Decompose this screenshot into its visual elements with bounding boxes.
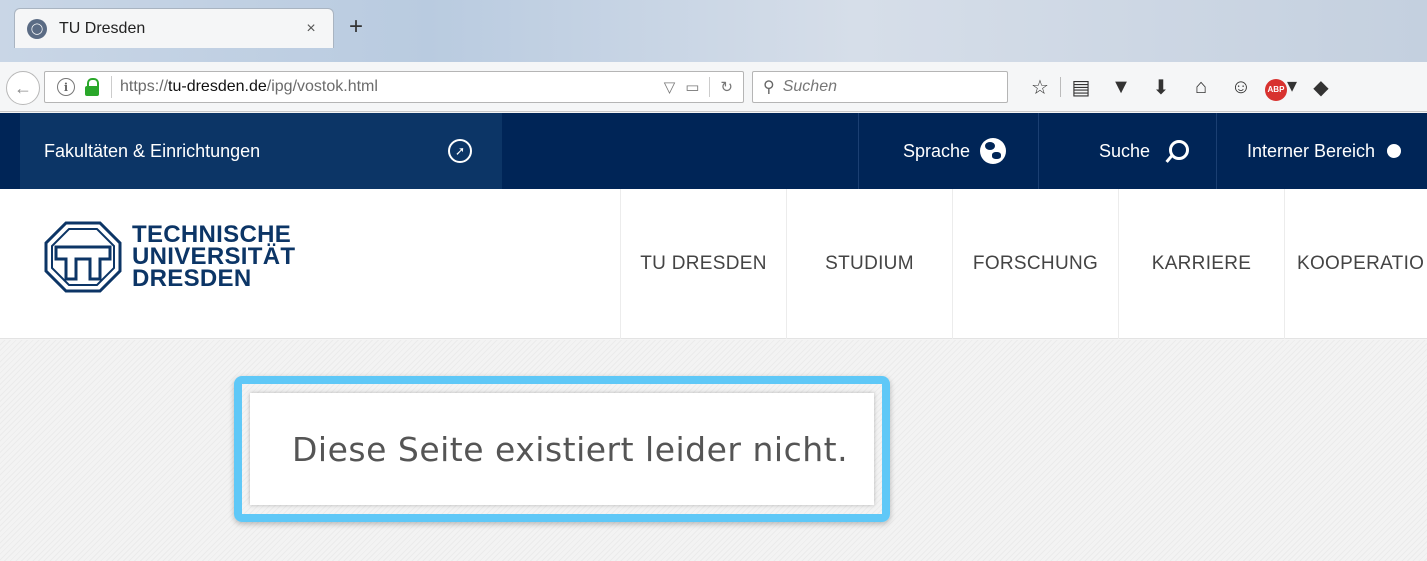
extension-icon[interactable]: ◆ <box>1301 75 1341 100</box>
url-prefix: https:// <box>120 78 169 95</box>
dropdown-arrow-icon[interactable]: ▽ <box>664 78 676 96</box>
key-icon <box>1387 144 1402 158</box>
url-domain: tu-dresden.de <box>168 78 267 95</box>
tab-title: TU Dresden <box>59 19 146 37</box>
nav-item-forschung[interactable]: FORSCHUNG <box>952 189 1118 339</box>
arrow-left-icon: ← <box>14 77 32 98</box>
url-text[interactable]: https://tu-dresden.de/ipg/vostok.html <box>120 78 378 96</box>
reload-icon[interactable]: ↻ <box>720 78 733 96</box>
search-icon <box>1166 140 1190 162</box>
site-top-nav: Fakultäten & Einrichtungen ➚ Sprache Suc… <box>0 113 1427 189</box>
close-tab-icon[interactable]: × <box>301 20 321 38</box>
info-icon[interactable]: i <box>57 78 75 96</box>
lock-icon[interactable] <box>85 78 99 96</box>
reader-view-icon[interactable]: ▭ <box>685 78 699 96</box>
logo-wordmark: TECHNISCHE UNIVERSITÄT DRESDEN <box>132 223 295 292</box>
home-icon[interactable]: ⌂ <box>1181 76 1221 99</box>
url-path: /ipg/vostok.html <box>266 78 378 95</box>
browser-tab-bar: ◯ TU Dresden × + <box>0 0 1427 62</box>
globe-icon <box>980 138 1007 164</box>
url-divider <box>111 76 112 98</box>
internal-area-button[interactable]: Interner Bereich <box>1216 113 1427 189</box>
main-nav: TECHNISCHE UNIVERSITÄT DRESDEN TU DRESDE… <box>0 189 1427 339</box>
faculties-menu[interactable]: Fakultäten & Einrichtungen ➚ <box>20 113 502 189</box>
compass-icon: ➚ <box>448 139 472 163</box>
site-search-button[interactable]: Suche <box>1038 113 1216 189</box>
site-search-label: Suche <box>1099 140 1151 161</box>
nav-item-tu-dresden[interactable]: TU DRESDEN <box>620 189 786 339</box>
error-message: Diese Seite existiert leider nicht. <box>250 393 874 505</box>
browser-toolbar: ← i https://tu-dresden.de/ipg/vostok.htm… <box>0 62 1427 112</box>
logo-line-3: DRESDEN <box>132 265 252 292</box>
chat-icon[interactable]: ☺ <box>1221 76 1261 99</box>
tu-logo-emblem-icon <box>44 221 122 293</box>
nav-item-kooperation[interactable]: KOOPERATIO <box>1284 189 1427 339</box>
back-button[interactable]: ← <box>6 71 40 105</box>
language-label: Sprache <box>903 140 971 161</box>
internal-area-label: Interner Bereich <box>1247 140 1376 161</box>
toolbar-icons: ☆ ▤ ▼ ⬇ ⌂ ☺ ABP ▾ ◆ <box>1020 71 1341 103</box>
site-favicon-icon: ◯ <box>27 18 47 39</box>
url-bar[interactable]: i https://tu-dresden.de/ipg/vostok.html … <box>44 71 744 103</box>
nav-item-studium[interactable]: STUDIUM <box>786 189 952 339</box>
pocket-icon[interactable]: ▼ <box>1101 76 1141 99</box>
faculties-label: Fakultäten & Einrichtungen <box>44 140 261 161</box>
new-tab-button[interactable]: + <box>344 12 368 42</box>
search-placeholder: Suchen <box>782 78 837 95</box>
browser-tab[interactable]: ◯ TU Dresden × <box>14 8 334 48</box>
bookmarks-list-icon[interactable]: ▤ <box>1061 75 1101 100</box>
search-icon: ⚲ <box>763 79 775 96</box>
bookmark-star-icon[interactable]: ☆ <box>1020 75 1060 100</box>
nav-item-karriere[interactable]: KARRIERE <box>1118 189 1284 339</box>
language-menu[interactable]: Sprache <box>858 113 1038 189</box>
adblock-icon[interactable]: ABP ▾ <box>1261 73 1301 101</box>
highlighted-notice: Diese Seite existiert leider nicht. <box>234 376 890 522</box>
url-divider <box>709 77 711 97</box>
tu-dresden-logo[interactable]: TECHNISCHE UNIVERSITÄT DRESDEN <box>44 221 295 293</box>
url-bar-actions: ▽ ▭ ↻ <box>664 72 743 102</box>
page-content: Diese Seite existiert leider nicht. <box>0 340 1427 561</box>
search-input[interactable]: ⚲ Suchen <box>752 71 1008 103</box>
download-icon[interactable]: ⬇ <box>1141 75 1181 100</box>
